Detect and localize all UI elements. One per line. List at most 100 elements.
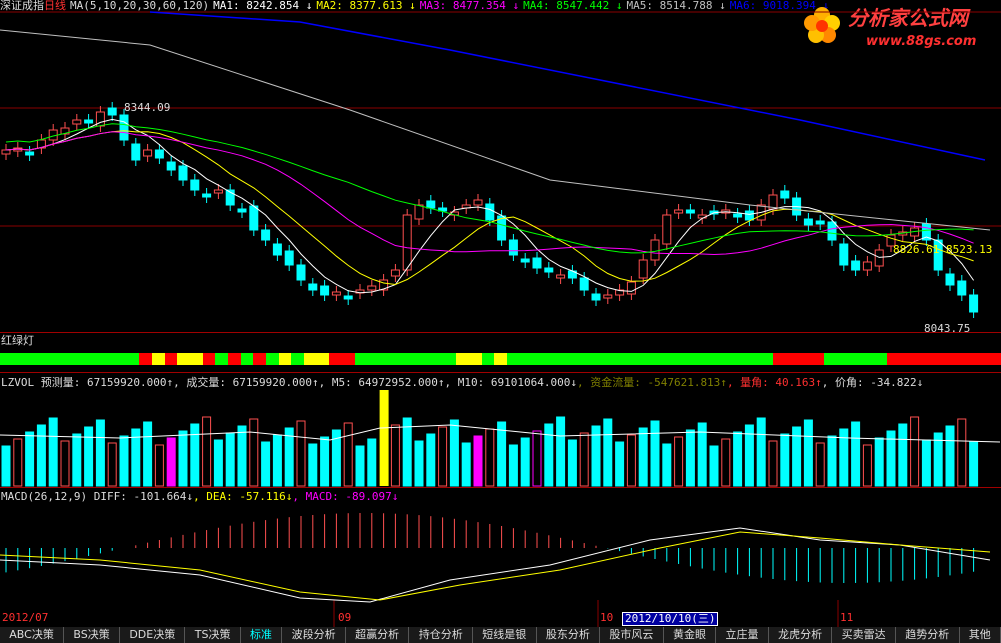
chart-mark <box>674 209 684 214</box>
tab-1[interactable]: ABC决策 <box>0 627 65 643</box>
volume-bar <box>780 433 790 487</box>
indicator-field: , 量角: 40.163↑ <box>726 376 822 389</box>
chart-mark <box>331 291 341 296</box>
volume-bar <box>107 442 117 487</box>
volume-bar <box>308 443 318 487</box>
tab-4[interactable]: TS决策 <box>185 627 241 643</box>
chart-mark <box>945 273 955 286</box>
volume-bar <box>272 434 282 487</box>
chart-mark <box>237 208 247 213</box>
signal-segment <box>329 353 355 365</box>
signal-segment <box>772 353 824 365</box>
volume-bar <box>261 441 271 487</box>
chart-mark <box>532 257 542 269</box>
volume-bar <box>48 417 58 487</box>
tab-15[interactable]: 买卖雷达 <box>832 627 896 643</box>
tab-14[interactable]: 龙虎分析 <box>769 627 833 643</box>
volume-bar <box>461 442 471 487</box>
tab-2[interactable]: BS决策 <box>64 627 121 643</box>
indicator-field: LZVOL 预测量: 67159920.000↑ <box>1 376 174 389</box>
chart-mark <box>638 259 648 279</box>
signal-segment <box>215 353 229 365</box>
chart-mark <box>733 213 743 218</box>
date-label: 10 <box>600 611 614 624</box>
chart-mark <box>213 189 223 194</box>
chart-mark <box>839 243 849 266</box>
tab-12[interactable]: 黄金眼 <box>664 627 717 643</box>
tab-3[interactable]: DDE决策 <box>120 627 186 643</box>
tab-8[interactable]: 持仓分析 <box>409 627 473 643</box>
volume-bar <box>249 418 259 487</box>
signal-segment <box>354 353 457 365</box>
volume-bar <box>827 435 837 487</box>
chart-mark <box>367 285 377 291</box>
volume-bar <box>178 430 188 487</box>
tab-5[interactable]: 标准 <box>241 627 283 643</box>
signal-segment <box>494 353 507 365</box>
volume-bar <box>60 440 70 487</box>
indicator-field: , MACD: -89.097↓ <box>292 490 399 503</box>
ma5-line <box>0 29 991 231</box>
chart-mark <box>249 205 259 231</box>
volume-bar <box>709 445 719 487</box>
tab-11[interactable]: 股市风云 <box>600 627 664 643</box>
tab-13[interactable]: 立庄量 <box>716 627 769 643</box>
volume-bar <box>626 434 636 487</box>
chart-mark <box>390 269 400 277</box>
signal-title: 红绿灯 <box>1 334 34 347</box>
volume-bar <box>379 390 389 486</box>
tab-17[interactable]: 其他 <box>960 627 1001 643</box>
signal-segment <box>152 353 165 365</box>
chart-mark <box>780 190 790 199</box>
signal-segment <box>266 353 279 365</box>
chart-mark <box>650 239 660 261</box>
volume-bar <box>237 425 247 487</box>
chart-mark <box>591 293 601 301</box>
date-label: 11 <box>840 611 854 624</box>
chart-mark <box>414 204 424 220</box>
chart-mark <box>544 267 554 273</box>
chart-mark <box>178 165 188 181</box>
volume-bar <box>520 437 530 487</box>
tab-7[interactable]: 超赢分析 <box>346 627 410 643</box>
volume-bar <box>556 416 566 487</box>
volume-bar <box>768 440 778 487</box>
chart-mark <box>508 239 518 256</box>
tab-6[interactable]: 波段分析 <box>282 627 346 643</box>
chart-mark <box>190 179 200 191</box>
tab-16[interactable]: 趋势分析 <box>896 627 960 643</box>
volume-bar <box>721 438 731 487</box>
volume-header: LZVOL 预测量: 67159920.000↑, 成交量: 67159920.… <box>1 377 923 389</box>
volume-bar <box>25 431 35 487</box>
volume-bar <box>638 427 648 487</box>
volume-bar <box>225 432 235 487</box>
price-chart[interactable] <box>0 0 1001 643</box>
chart-mark <box>473 199 483 206</box>
volume-bar <box>933 432 943 487</box>
tab-9[interactable]: 短线是银 <box>473 627 537 643</box>
volume-bar <box>296 420 306 487</box>
chart-mark <box>107 107 117 116</box>
chart-mark <box>827 221 837 241</box>
volume-bar <box>449 419 459 487</box>
chart-mark <box>72 119 82 125</box>
volume-bar <box>733 431 743 487</box>
chart-mark <box>272 243 282 256</box>
indicator-field: , M10: 69101064.000↓ <box>444 376 577 389</box>
right-ma-label: 8826.61 8523.13 <box>893 243 993 256</box>
divider <box>0 372 1001 373</box>
volume-bar <box>756 417 766 487</box>
chart-mark <box>261 229 271 241</box>
signal-segment <box>506 353 773 365</box>
volume-bar <box>119 435 129 487</box>
chart-mark <box>426 200 436 209</box>
volume-bar <box>202 416 212 487</box>
chart-mark <box>343 295 353 300</box>
volume-bar <box>910 416 920 487</box>
signal-segment <box>240 353 254 365</box>
chart-mark <box>851 260 861 271</box>
volume-bar <box>414 440 424 487</box>
signal-bar[interactable] <box>0 353 1001 365</box>
divider <box>0 332 1001 333</box>
tab-10[interactable]: 股东分析 <box>537 627 601 643</box>
